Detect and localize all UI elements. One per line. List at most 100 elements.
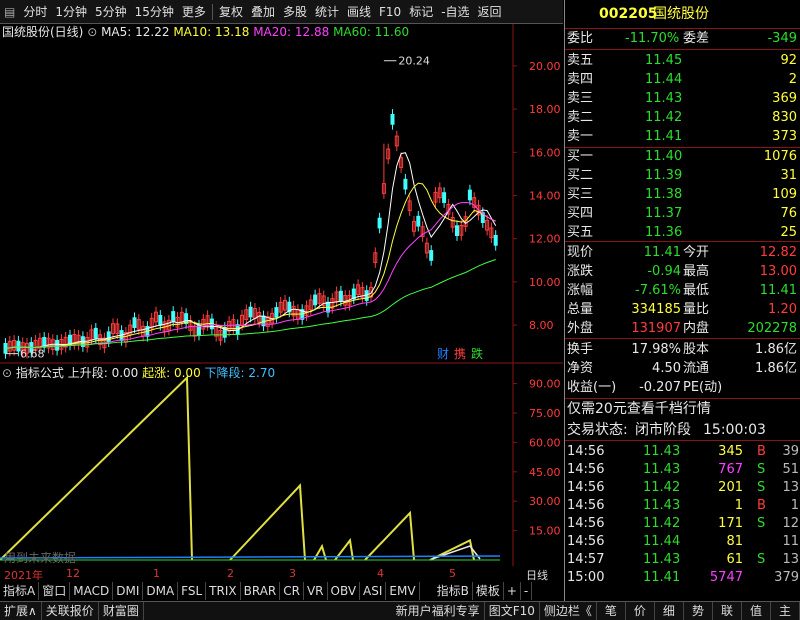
f10-button[interactable]: F10 (375, 0, 405, 23)
candle-body (442, 192, 447, 203)
tick-row[interactable]: 14:56 11.43 345 B 39 (565, 443, 800, 461)
fundamental-label: 净资 (567, 361, 594, 376)
sidebar-toggle-button[interactable]: 侧边栏《 (540, 602, 597, 620)
kline-chart[interactable]: 20.00 18.00 16.00 14.00 12.00 10.00 8.00 20.24 6… (0, 24, 563, 364)
indicator-chart[interactable]: 90.00 75.00 60.00 45.00 30.00 15.00 用到未来数据 (0, 364, 563, 566)
multi-stock-button[interactable]: 多股 (279, 0, 311, 23)
period-1min-button[interactable]: 1分钟 (51, 0, 91, 23)
tab-dmi[interactable]: DMI (113, 582, 144, 600)
mark-button[interactable]: 标记 (405, 0, 437, 23)
bid-volume: 109 (772, 187, 797, 202)
chart-toolbar: ▤ 分时 1分钟 5分钟 15分钟 更多 复权 叠加 多股 统计 画线 F10 … (0, 0, 563, 24)
tab-dma[interactable]: DMA (143, 582, 179, 600)
overlay-button[interactable]: 叠加 (247, 0, 279, 23)
tab-asi[interactable]: ASI (360, 582, 387, 600)
bottom-bar: 扩展∧ 关联报价 财富圈 新用户福利专享 图文F10 侧边栏《 笔 价 细 势 … (0, 601, 800, 620)
tab-zhu[interactable]: 主 (771, 602, 800, 620)
bid-volume: 31 (780, 168, 797, 183)
candle-body (390, 114, 395, 125)
tab-cr[interactable]: CR (280, 582, 304, 600)
tick-row[interactable]: 15:00 11.41 5747 379 (565, 569, 800, 587)
ask-volume: 369 (772, 91, 797, 106)
period-5min-button[interactable]: 5分钟 (91, 0, 131, 23)
tick-row[interactable]: 14:56 11.42 171 S 12 (565, 515, 800, 533)
period-15min-button[interactable]: 15分钟 (131, 0, 178, 23)
tab-xi[interactable]: 细 (655, 602, 684, 620)
tick-row[interactable]: 14:56 11.44 81 11 (565, 533, 800, 551)
tick-volume: 345 (718, 444, 743, 459)
period-more-button[interactable]: 更多 (178, 0, 210, 23)
adjust-button[interactable]: 复权 (215, 0, 247, 23)
tab-shi[interactable]: 势 (684, 602, 713, 620)
candle-body (93, 327, 98, 339)
collapse-icon[interactable]: ⊙ (87, 25, 101, 39)
expand-button[interactable]: 扩展∧ (0, 602, 42, 620)
tick-side: S (757, 552, 766, 567)
kline-title-bar: 国统股份(日线) ⊙ MA5: 12.22 MA10: 13.18 MA20: … (2, 24, 409, 40)
period-fenshi-button[interactable]: 分时 (19, 0, 51, 23)
up-segment-line (229, 483, 306, 561)
back-button[interactable]: 返回 (474, 0, 506, 23)
carry-badge[interactable]: 携 (454, 346, 466, 361)
indicator-name[interactable]: 指标公式 (16, 366, 64, 380)
kline-panel[interactable]: 20.00 18.00 16.00 14.00 12.00 10.00 8.00 20.24 6… (0, 24, 563, 364)
bid-volume: 1076 (763, 149, 797, 164)
tab-emv[interactable]: EMV (386, 582, 420, 600)
ask-price: 11.43 (645, 91, 683, 106)
promo-link[interactable]: 仅需20元查看千档行情 (567, 400, 711, 418)
ask-level-label: 卖一 (567, 129, 594, 144)
quote-stat-row: 总量 334185 量比 1.20 (565, 301, 800, 319)
ma5-label: MA5: 12.22 (101, 25, 170, 39)
f10-graphic-button[interactable]: 图文F10 (485, 602, 540, 620)
stat-value: 12.82 (759, 245, 797, 260)
tab-indicator-a[interactable]: 指标A (0, 582, 40, 600)
tab-add[interactable]: + (504, 582, 521, 600)
period-daily-label[interactable]: 日线 (526, 567, 548, 583)
tab-macd[interactable]: MACD (70, 582, 114, 600)
finance-badge[interactable]: 财 (437, 347, 449, 361)
tab-zhi[interactable]: 值 (742, 602, 771, 620)
month-label: 1 (153, 567, 160, 580)
wealth-circle-button[interactable]: 财富圈 (99, 602, 144, 620)
candle-body (171, 311, 176, 322)
ask-level-row: 卖一 11.41 373 (565, 128, 800, 146)
tab-vr[interactable]: VR (304, 582, 328, 600)
stat-label: 涨跌 (567, 264, 594, 279)
fundamental-value: 4.50 (652, 361, 681, 376)
fall-badge[interactable]: 跌 (471, 346, 483, 361)
indicator-panel[interactable]: 90.00 75.00 60.00 45.00 30.00 15.00 用到未来数据 (0, 364, 563, 566)
month-label: 4 (377, 567, 384, 580)
tab-brar[interactable]: BRAR (241, 582, 281, 600)
tick-row[interactable]: 14:56 11.43 1 B 1 (565, 497, 800, 515)
tab-jia[interactable]: 价 (626, 602, 655, 620)
fundamental-value: 17.98% (631, 342, 681, 357)
order-ratio-row: 委比 -11.70% 委差 -349 (565, 30, 800, 48)
bid-level-label: 买五 (567, 225, 594, 240)
stock-header: 002205 国统股份 (565, 4, 800, 24)
stat-value: 1.20 (768, 302, 797, 317)
statistics-button[interactable]: 统计 (311, 0, 343, 23)
collapse-icon[interactable]: ⊙ (2, 366, 16, 380)
year-label: 2021年 (4, 569, 43, 582)
tick-row[interactable]: 14:56 11.42 201 S 13 (565, 479, 800, 497)
tab-lian[interactable]: 联 (713, 602, 742, 620)
tab-template[interactable]: 模板 (473, 582, 504, 600)
tab-remove[interactable]: - (521, 582, 533, 600)
draw-line-button[interactable]: 画线 (343, 0, 375, 23)
tab-indicator-b[interactable]: 指标B (434, 582, 473, 600)
bid-level-row: 买四 11.37 76 (565, 205, 800, 223)
toolbar-menu-icon[interactable]: ▤ (0, 0, 19, 23)
related-quote-button[interactable]: 关联报价 (42, 602, 99, 620)
tick-row[interactable]: 14:56 11.43 767 S 51 (565, 461, 800, 479)
tab-bi[interactable]: 笔 (597, 602, 626, 620)
tab-fsl[interactable]: FSL (178, 582, 207, 600)
promo-row[interactable]: 仅需20元查看千档行情 (565, 400, 800, 418)
remove-watchlist-button[interactable]: -自选 (437, 0, 473, 23)
tab-trix[interactable]: TRIX (206, 582, 241, 600)
new-user-welfare-link[interactable]: 新用户福利专享 (392, 602, 485, 620)
candle-body (455, 225, 459, 237)
tab-window[interactable]: 窗口 (39, 582, 71, 600)
quote-stat-row: 现价 11.41 今开 12.82 (565, 244, 800, 262)
tick-row[interactable]: 14:57 11.43 61 S 13 (565, 551, 800, 569)
tab-obv[interactable]: OBV (328, 582, 361, 600)
